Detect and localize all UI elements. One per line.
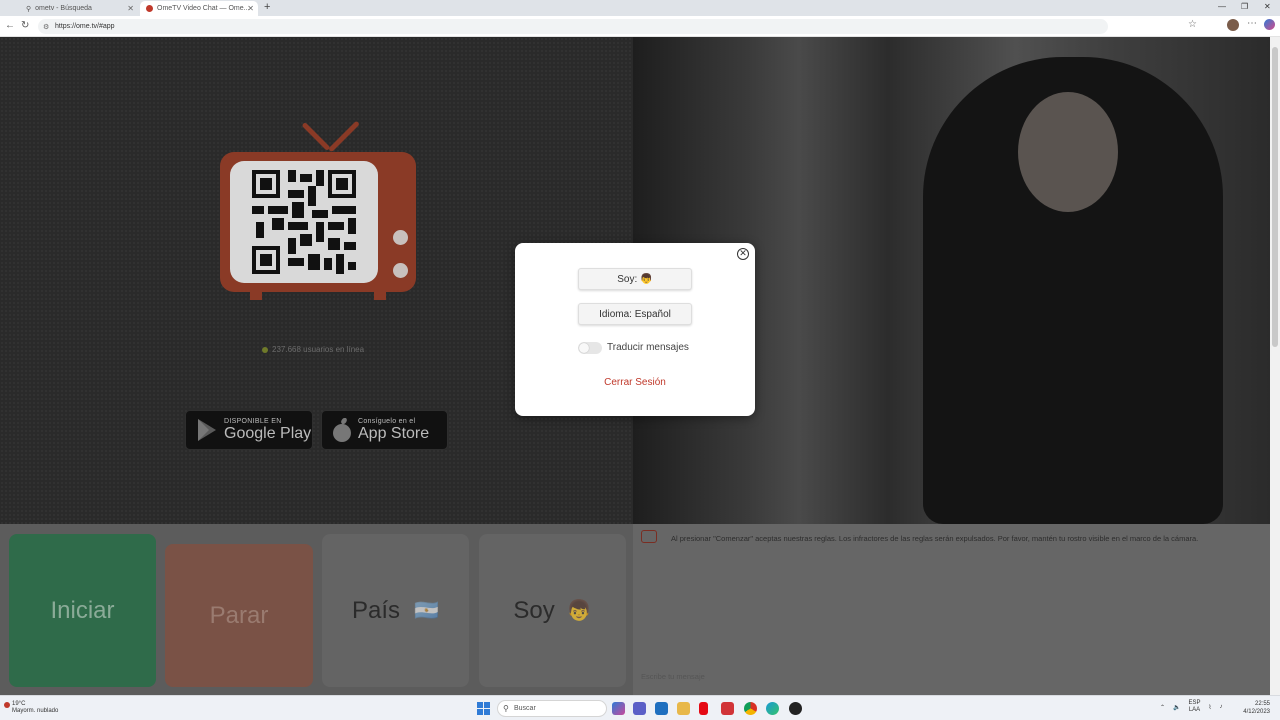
apple-icon [333, 418, 351, 442]
chat-panel: Al presionar "Comenzar" aceptas nuestras… [633, 524, 1270, 695]
clock-time: 22:55 [1254, 701, 1270, 707]
page-scrollbar[interactable] [1270, 37, 1280, 695]
office-app-icon[interactable] [721, 702, 734, 715]
new-tab-button[interactable]: + [264, 1, 270, 13]
system-tray: ⌃ 🔈 ESP LAA ⌇ ♪ [1160, 700, 1222, 714]
minimize-icon[interactable]: — [1218, 2, 1226, 11]
favorite-star-icon[interactable]: ☆ [1188, 19, 1197, 30]
teams-app-icon[interactable] [633, 702, 646, 715]
google-play-small-text: DISPONIBLE EN [224, 417, 282, 425]
weather-alert-icon [4, 702, 10, 708]
edge-app-icon[interactable] [766, 702, 779, 715]
volume-icon[interactable]: ♪ [1219, 704, 1222, 710]
gender-label: Soy [513, 596, 555, 624]
settings-modal: ✕ Soy: 👦 Idioma: Español Traducir mensaj… [515, 243, 755, 416]
google-play-button[interactable]: DISPONIBLE EN Google Play [185, 410, 313, 450]
language-select-label: Idioma: Español [599, 308, 671, 320]
online-dot-icon [262, 346, 268, 353]
browser-tab-bar: ⚲ ometv - Búsqueda ✕ OmeTV Video Chat — … [0, 0, 1280, 16]
ometv-page: 237.668 usuarios en línea DISPONIBLE EN … [0, 37, 1270, 695]
back-icon[interactable]: ← [5, 20, 15, 31]
translate-label: Traducir mensajes [607, 342, 689, 353]
boy-icon: 👦 [566, 600, 592, 622]
taskbar-clock[interactable]: 22:55 4/12/2023 [1240, 700, 1270, 716]
search-placeholder: Buscar [514, 705, 536, 712]
tab-label: OmeTV Video Chat — Ome... [157, 5, 250, 12]
weather-temp: 19°C [12, 701, 26, 707]
online-users-count: 237.668 usuarios en línea [262, 345, 364, 354]
search-icon: ⚲ [26, 5, 32, 13]
gender-button[interactable]: Soy 👦 [479, 534, 626, 687]
profile-avatar[interactable] [1227, 19, 1239, 31]
country-button[interactable]: País 🇦🇷 [322, 534, 469, 687]
taskbar-search[interactable]: ⚲ Buscar [497, 700, 607, 717]
gender-select-button[interactable]: Soy: 👦 [578, 268, 692, 290]
toggle-knob [579, 343, 589, 353]
stop-button[interactable]: Parar [165, 544, 313, 687]
copilot-icon[interactable] [1264, 19, 1275, 30]
app-store-small-text: Consíguelo en el [358, 417, 416, 425]
boy-icon: 👦 [640, 273, 653, 285]
rules-message: Al presionar "Comenzar" aceptas nuestras… [671, 534, 1199, 543]
google-play-big-text: Google Play [224, 424, 312, 442]
tray-chevron-icon[interactable]: ⌃ [1160, 704, 1165, 711]
logout-link[interactable]: Cerrar Sesión [515, 377, 755, 388]
tab-search[interactable]: ⚲ ometv - Búsqueda ✕ [20, 1, 138, 16]
file-explorer-icon[interactable] [677, 702, 690, 715]
close-icon[interactable]: ✕ [737, 248, 749, 260]
weather-widget[interactable]: 19°C Mayorm. nublado [12, 701, 58, 715]
tray-region: LAA [1188, 707, 1201, 713]
start-button[interactable]: Iniciar [9, 534, 156, 687]
tv-logo-icon [641, 530, 657, 543]
gender-select-label: Soy: [617, 273, 638, 285]
chrome-app-icon[interactable] [744, 702, 757, 715]
weather-desc: Mayorm. nublado [12, 708, 59, 714]
close-tab-icon[interactable]: ✕ [247, 4, 254, 13]
windows-taskbar: 19°C Mayorm. nublado ⚲ Buscar ⌃ 🔈 ESP LA… [0, 695, 1280, 720]
app-store-button[interactable]: Consíguelo en el App Store [321, 410, 448, 450]
close-window-icon[interactable]: ✕ [1264, 2, 1271, 11]
language-indicator[interactable]: ESP LAA [1189, 700, 1201, 714]
argentina-flag-icon: 🇦🇷 [414, 600, 439, 622]
clock-date: 4/12/2023 [1243, 709, 1270, 715]
online-users-text: 237.668 usuarios en línea [272, 345, 365, 354]
start-label: Iniciar [50, 596, 115, 624]
tab-label: ometv - Búsqueda [35, 5, 92, 12]
qr-code-image [230, 161, 378, 283]
tv-qr-graphic [220, 120, 416, 300]
url-text: https://ome.tv/#app [55, 23, 115, 30]
more-menu-icon[interactable]: ⋯ [1247, 18, 1257, 29]
copilot-app-icon[interactable] [612, 702, 625, 715]
chat-input[interactable]: Escribe tu mensaje [641, 672, 705, 681]
restore-icon[interactable]: ❐ [1241, 2, 1248, 11]
scrollbar-thumb[interactable] [1272, 47, 1278, 347]
ometv-favicon-icon [146, 5, 153, 12]
media-app-icon[interactable] [789, 702, 802, 715]
windows-start-icon[interactable] [477, 702, 490, 715]
task-view-icon[interactable] [655, 702, 668, 715]
search-icon: ⚲ [503, 704, 509, 713]
site-info-icon[interactable]: ⚙ [43, 23, 49, 31]
address-bar-row: ← ↻ ⚙ https://ome.tv/#app ☆ ⋯ [0, 16, 1280, 37]
netflix-app-icon[interactable] [699, 702, 708, 715]
translate-toggle[interactable] [578, 342, 602, 354]
country-label: País [352, 596, 401, 624]
tab-ometv[interactable]: OmeTV Video Chat — Ome... ✕ [140, 1, 258, 16]
reload-icon[interactable]: ↻ [21, 20, 29, 31]
app-store-big-text: App Store [358, 424, 430, 442]
remote-user-video [923, 57, 1223, 524]
google-play-icon [198, 419, 216, 441]
close-tab-icon[interactable]: ✕ [127, 4, 134, 13]
chat-controls: Iniciar Parar País 🇦🇷 Soy 👦 [0, 524, 633, 695]
speaker-icon[interactable]: 🔈 [1173, 704, 1180, 711]
wifi-icon[interactable]: ⌇ [1209, 704, 1212, 711]
tray-lang: ESP [1188, 700, 1201, 706]
url-field[interactable]: ⚙ https://ome.tv/#app [38, 19, 1108, 34]
stop-label: Parar [209, 601, 269, 629]
language-select-button[interactable]: Idioma: Español [578, 303, 692, 325]
qr-code-icon [252, 170, 356, 274]
